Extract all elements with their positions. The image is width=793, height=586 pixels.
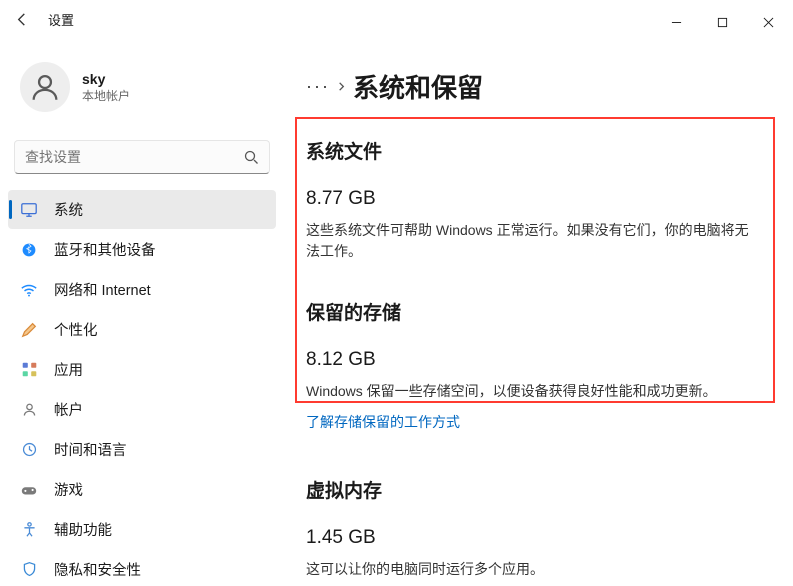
nav-personalization[interactable]: 个性化 — [8, 310, 276, 349]
nav-bluetooth[interactable]: 蓝牙和其他设备 — [8, 230, 276, 269]
breadcrumb-more-icon[interactable]: ··· — [306, 76, 330, 97]
user-name: sky — [82, 71, 130, 87]
system-icon — [20, 201, 38, 219]
search-input[interactable] — [25, 149, 243, 165]
chevron-right-icon — [336, 81, 347, 92]
nav-time[interactable]: 时间和语言 — [8, 430, 276, 469]
titlebar: 设置 — [0, 0, 793, 44]
clock-icon — [20, 441, 38, 459]
nav-label: 帐户 — [54, 399, 83, 420]
section-value: 1.45 GB — [306, 527, 775, 549]
nav-accessibility[interactable]: 辅助功能 — [8, 510, 276, 549]
search-icon — [243, 149, 259, 165]
close-button[interactable] — [745, 7, 791, 37]
avatar — [20, 62, 70, 112]
back-button[interactable] — [12, 11, 30, 29]
nav-label: 蓝牙和其他设备 — [54, 239, 156, 260]
content: 系统文件 8.77 GB 这些系统文件可帮助 Windows 正常运行。如果没有… — [298, 117, 783, 586]
section-virtual-memory: 虚拟内存 1.45 GB 这可以让你的电脑同时运行多个应用。 — [300, 456, 783, 586]
nav-network[interactable]: 网络和 Internet — [8, 270, 276, 309]
reserved-storage-link[interactable]: 了解存储保留的工作方式 — [306, 412, 460, 432]
nav-label: 隐私和安全性 — [54, 559, 141, 580]
nav-label: 游戏 — [54, 479, 83, 500]
wifi-icon — [20, 281, 38, 299]
section-desc: Windows 保留一些存储空间，以便设备获得良好性能和成功更新。 — [306, 381, 756, 402]
section-title: 保留的存储 — [306, 298, 775, 325]
section-value: 8.77 GB — [306, 188, 775, 210]
section-title: 虚拟内存 — [306, 476, 775, 503]
section-desc: 这可以让你的电脑同时运行多个应用。 — [306, 559, 756, 580]
maximize-button[interactable] — [699, 7, 745, 37]
nav-apps[interactable]: 应用 — [8, 350, 276, 389]
section-desc: 这些系统文件可帮助 Windows 正常运行。如果没有它们，你的电脑将无法工作。 — [306, 220, 756, 262]
breadcrumb: ··· 系统和保留 — [298, 44, 783, 117]
nav-label: 辅助功能 — [54, 519, 112, 540]
main: ··· 系统和保留 系统文件 8.77 GB 这些系统文件可帮助 Windows… — [282, 44, 793, 586]
section-system-files: 系统文件 8.77 GB 这些系统文件可帮助 Windows 正常运行。如果没有… — [300, 117, 783, 268]
page-title: 系统和保留 — [353, 68, 483, 105]
bluetooth-icon — [20, 241, 38, 259]
accessibility-icon — [20, 521, 38, 539]
shield-icon — [20, 561, 38, 579]
sidebar: sky 本地帐户 系统 蓝牙和其他设备 — [0, 44, 282, 586]
nav-gaming[interactable]: 游戏 — [8, 470, 276, 509]
section-title: 系统文件 — [306, 137, 775, 164]
nav-label: 个性化 — [54, 319, 98, 340]
user-row[interactable]: sky 本地帐户 — [8, 44, 276, 118]
person-icon — [20, 401, 38, 419]
section-value: 8.12 GB — [306, 349, 775, 371]
nav-label: 系统 — [54, 199, 83, 220]
user-sub: 本地帐户 — [82, 87, 130, 104]
nav-label: 时间和语言 — [54, 439, 127, 460]
nav-label: 应用 — [54, 359, 83, 380]
section-reserved-storage: 保留的存储 8.12 GB Windows 保留一些存储空间，以便设备获得良好性… — [300, 278, 783, 438]
nav-accounts[interactable]: 帐户 — [8, 390, 276, 429]
nav-system[interactable]: 系统 — [8, 190, 276, 229]
nav-label: 网络和 Internet — [54, 279, 151, 300]
brush-icon — [20, 321, 38, 339]
minimize-button[interactable] — [653, 7, 699, 37]
nav: 系统 蓝牙和其他设备 网络和 Internet 个性化 — [8, 190, 276, 586]
apps-icon — [20, 361, 38, 379]
window-title: 设置 — [48, 10, 74, 29]
gaming-icon — [20, 481, 38, 499]
search-box[interactable] — [14, 140, 270, 174]
nav-privacy[interactable]: 隐私和安全性 — [8, 550, 276, 586]
